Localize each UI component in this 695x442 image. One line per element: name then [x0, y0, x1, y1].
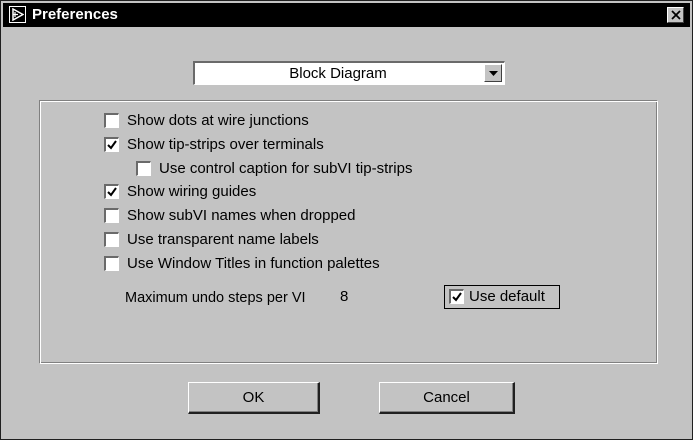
option-label: Use control caption for subVI tip-strips	[159, 160, 413, 177]
preferences-dialog: Preferences Block Diagram Show dots at w…	[0, 0, 693, 440]
checkmark-icon	[107, 140, 117, 150]
category-dropdown-value: Block Diagram	[289, 65, 387, 82]
checkbox-use-default[interactable]	[449, 289, 464, 304]
window-title: Preferences	[32, 6, 118, 23]
checkbox-subvi-names[interactable]	[104, 208, 119, 223]
cancel-button[interactable]: Cancel	[379, 382, 515, 414]
checkmark-icon	[107, 187, 117, 197]
chevron-down-icon	[489, 71, 498, 76]
checkbox-show-dots[interactable]	[104, 113, 119, 128]
option-label: Show wiring guides	[127, 183, 257, 200]
undo-steps-value[interactable]: 8	[340, 288, 348, 305]
checkbox-transparent-labels[interactable]	[104, 232, 119, 247]
dropdown-arrow-button[interactable]	[484, 64, 502, 82]
app-icon	[9, 6, 26, 23]
title-bar[interactable]: Preferences	[3, 3, 690, 27]
category-dropdown[interactable]: Block Diagram	[193, 61, 505, 85]
option-label: Show dots at wire junctions	[127, 112, 309, 129]
checkbox-control-caption[interactable]	[136, 161, 151, 176]
ok-button[interactable]: OK	[188, 382, 320, 414]
undo-steps-label: Maximum undo steps per VI	[125, 290, 306, 306]
checkbox-wiring-guides[interactable]	[104, 184, 119, 199]
option-label: Use Window Titles in function palettes	[127, 255, 380, 272]
checkmark-icon	[452, 292, 462, 302]
option-label: Use transparent name labels	[127, 231, 319, 248]
use-default-option[interactable]: Use default	[444, 285, 560, 309]
use-default-label: Use default	[469, 288, 545, 305]
checkbox-window-titles[interactable]	[104, 256, 119, 271]
checkbox-show-tip-strips[interactable]	[104, 137, 119, 152]
close-icon	[671, 10, 681, 20]
option-label: Show subVI names when dropped	[127, 207, 356, 224]
close-button[interactable]	[667, 7, 684, 23]
option-label: Show tip-strips over terminals	[127, 136, 324, 153]
